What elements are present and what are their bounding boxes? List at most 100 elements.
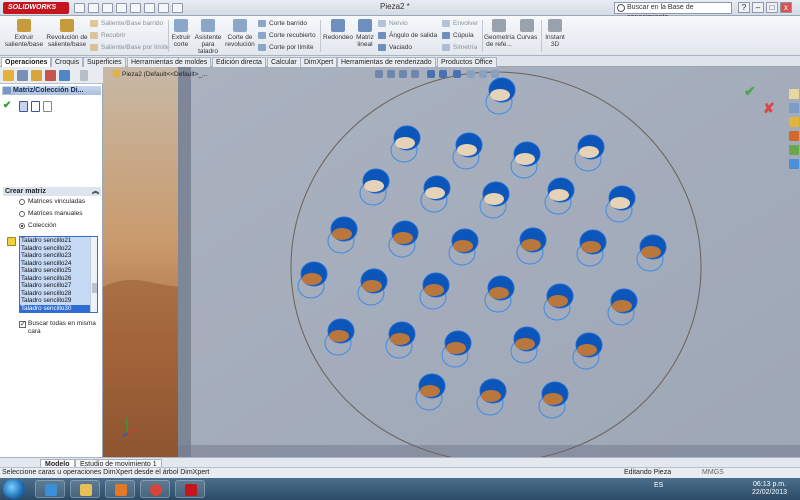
- collapse-icon[interactable]: ︽: [92, 187, 99, 196]
- taskbar-chrome[interactable]: [140, 480, 170, 498]
- loft-button[interactable]: Recubrir: [90, 31, 126, 40]
- panel-arrow-icon[interactable]: [80, 70, 88, 81]
- model-canvas[interactable]: [103, 67, 800, 457]
- tab-croquis[interactable]: Croquis: [51, 57, 84, 67]
- system-clock[interactable]: 06:13 p.m. 22/02/2013: [752, 481, 787, 497]
- previous-view-icon[interactable]: [399, 70, 407, 78]
- shell-button[interactable]: Vaciado: [378, 43, 412, 52]
- reference-geometry-button[interactable]: Geometría de refe...: [484, 19, 515, 48]
- save-icon[interactable]: [102, 3, 113, 13]
- dome-button[interactable]: Cúpula: [442, 31, 474, 40]
- extruded-cut-button[interactable]: Extruir corte: [170, 19, 192, 48]
- swept-cut-button[interactable]: Corte barrido: [258, 19, 307, 28]
- listbox-scrollbar[interactable]: [90, 237, 97, 312]
- list-item[interactable]: Taladro sencillo24: [20, 259, 97, 267]
- help-icon[interactable]: ?: [738, 2, 750, 13]
- tab-renderizado[interactable]: Herramientas de renderizado: [337, 57, 436, 67]
- print-icon[interactable]: [116, 3, 127, 13]
- list-item[interactable]: Taladro sencillo23: [20, 252, 97, 260]
- configuration-icon[interactable]: [31, 70, 42, 81]
- display-manager-icon[interactable]: [59, 70, 70, 81]
- new-file-icon[interactable]: [74, 3, 85, 13]
- open-file-icon[interactable]: [88, 3, 99, 13]
- property-manager-icon[interactable]: [17, 70, 28, 81]
- app-logo[interactable]: SOLIDWORKS: [3, 2, 69, 14]
- language-indicator[interactable]: ES: [654, 482, 663, 489]
- view-settings-icon[interactable]: [491, 70, 499, 78]
- radio-collection[interactable]: Colección: [19, 222, 57, 230]
- curves-button[interactable]: Curvas: [516, 19, 538, 41]
- ok-check-icon[interactable]: ✔: [3, 100, 11, 111]
- list-item[interactable]: Taladro sencillo26: [20, 274, 97, 282]
- breadcrumb[interactable]: Pieza2 (Default<<Default>_...: [113, 70, 207, 78]
- tab-herramientas-moldes[interactable]: Herramientas de moldes: [127, 57, 212, 67]
- close-button[interactable]: x: [780, 2, 792, 13]
- file-explorer-icon[interactable]: [789, 117, 799, 127]
- radio-linked-patterns[interactable]: Matrices vinculadas: [19, 198, 85, 206]
- list-item[interactable]: Taladro sencillo21: [20, 237, 97, 245]
- undo-icon[interactable]: [130, 3, 141, 13]
- boundary-boss-button[interactable]: Saliente/Base por límite: [90, 43, 170, 52]
- zoom-fit-icon[interactable]: [375, 70, 383, 78]
- taskbar-media[interactable]: [105, 480, 135, 498]
- create-pattern-group[interactable]: Crear matriz ︽: [3, 187, 101, 196]
- section-view-icon[interactable]: [411, 70, 419, 78]
- search-icon[interactable]: [617, 4, 625, 12]
- view-orientation-icon[interactable]: [427, 70, 435, 78]
- tab-edicion-directa[interactable]: Edición directa: [212, 57, 266, 67]
- draft-button[interactable]: Ángulo de salida: [378, 31, 437, 40]
- resources-icon[interactable]: [789, 89, 799, 99]
- scene-icon[interactable]: [479, 70, 487, 78]
- minimize-button[interactable]: –: [752, 2, 764, 13]
- search-results-icon[interactable]: [789, 131, 799, 141]
- start-button[interactable]: [3, 479, 25, 499]
- display-style-icon[interactable]: [439, 70, 447, 78]
- tab-dimxpert[interactable]: DimXpert: [300, 57, 338, 67]
- tab-superficies[interactable]: Superficies: [83, 57, 126, 67]
- linear-pattern-button[interactable]: Matriz lineal: [354, 19, 376, 48]
- list-item[interactable]: Taladro sencillo29: [20, 297, 97, 305]
- list-item[interactable]: Taladro sencillo27: [20, 282, 97, 290]
- wrap-button[interactable]: Envolver: [442, 19, 478, 28]
- body-pattern-icon[interactable]: [43, 101, 52, 112]
- scroll-thumb[interactable]: [92, 283, 97, 293]
- rib-button[interactable]: Nervio: [378, 19, 408, 28]
- rebuild-icon[interactable]: [158, 3, 169, 13]
- boundary-cut-button[interactable]: Corte por límite: [258, 43, 313, 52]
- dimxpert-icon[interactable]: [45, 70, 56, 81]
- zoom-area-icon[interactable]: [387, 70, 395, 78]
- list-item-selected[interactable]: Taladro sencillo30: [20, 304, 97, 312]
- fillet-button[interactable]: Redondeo: [322, 19, 354, 41]
- units-indicator[interactable]: MMGS: [702, 468, 724, 478]
- taskbar-explorer[interactable]: [70, 480, 100, 498]
- graphics-viewport[interactable]: Pieza2 (Default<<Default>_... ✔ ✘: [103, 67, 800, 457]
- revolve-boss-button[interactable]: Revolución de saliente/base: [46, 19, 88, 48]
- features-listbox[interactable]: Taladro sencillo21 Taladro sencillo22 Ta…: [19, 236, 98, 313]
- lofted-cut-button[interactable]: Corte recubierto: [258, 31, 316, 40]
- swept-boss-button[interactable]: Saliente/Base barrido: [90, 19, 163, 28]
- extrude-boss-button[interactable]: Extruir saliente/base: [4, 19, 44, 48]
- list-item[interactable]: Taladro sencillo28: [20, 289, 97, 297]
- edit-appearance-icon[interactable]: [467, 70, 475, 78]
- taskbar-ie[interactable]: [35, 480, 65, 498]
- feature-tree-icon[interactable]: [3, 70, 14, 81]
- design-library-icon[interactable]: [789, 103, 799, 113]
- sketch-pattern-icon[interactable]: [19, 101, 28, 112]
- tab-operaciones[interactable]: Operaciones: [1, 57, 52, 67]
- list-item[interactable]: Taladro sencillo22: [20, 244, 97, 252]
- list-item[interactable]: Taladro sencillo25: [20, 267, 97, 275]
- taskbar-solidworks[interactable]: [175, 480, 205, 498]
- hole-wizard-button[interactable]: Asistente para taladro: [194, 19, 222, 55]
- tab-calcular[interactable]: Calcular: [267, 57, 301, 67]
- find-same-face-checkbox[interactable]: ✓ Buscar todas en misma cara: [19, 320, 99, 336]
- options-icon[interactable]: [172, 3, 183, 13]
- knowledge-base-search[interactable]: Buscar en la Base de conocimiento: [614, 2, 732, 21]
- hide-show-icon[interactable]: [453, 70, 461, 78]
- confirm-ok-icon[interactable]: ✔: [744, 83, 756, 100]
- mirror-button[interactable]: Simetría: [442, 43, 477, 52]
- maximize-button[interactable]: □: [766, 2, 778, 13]
- radio-manual-patterns[interactable]: Matrices manuales: [19, 210, 83, 218]
- custom-properties-icon[interactable]: [789, 159, 799, 169]
- instant-3d-button[interactable]: Instant 3D: [544, 19, 566, 48]
- appearances-icon[interactable]: [789, 145, 799, 155]
